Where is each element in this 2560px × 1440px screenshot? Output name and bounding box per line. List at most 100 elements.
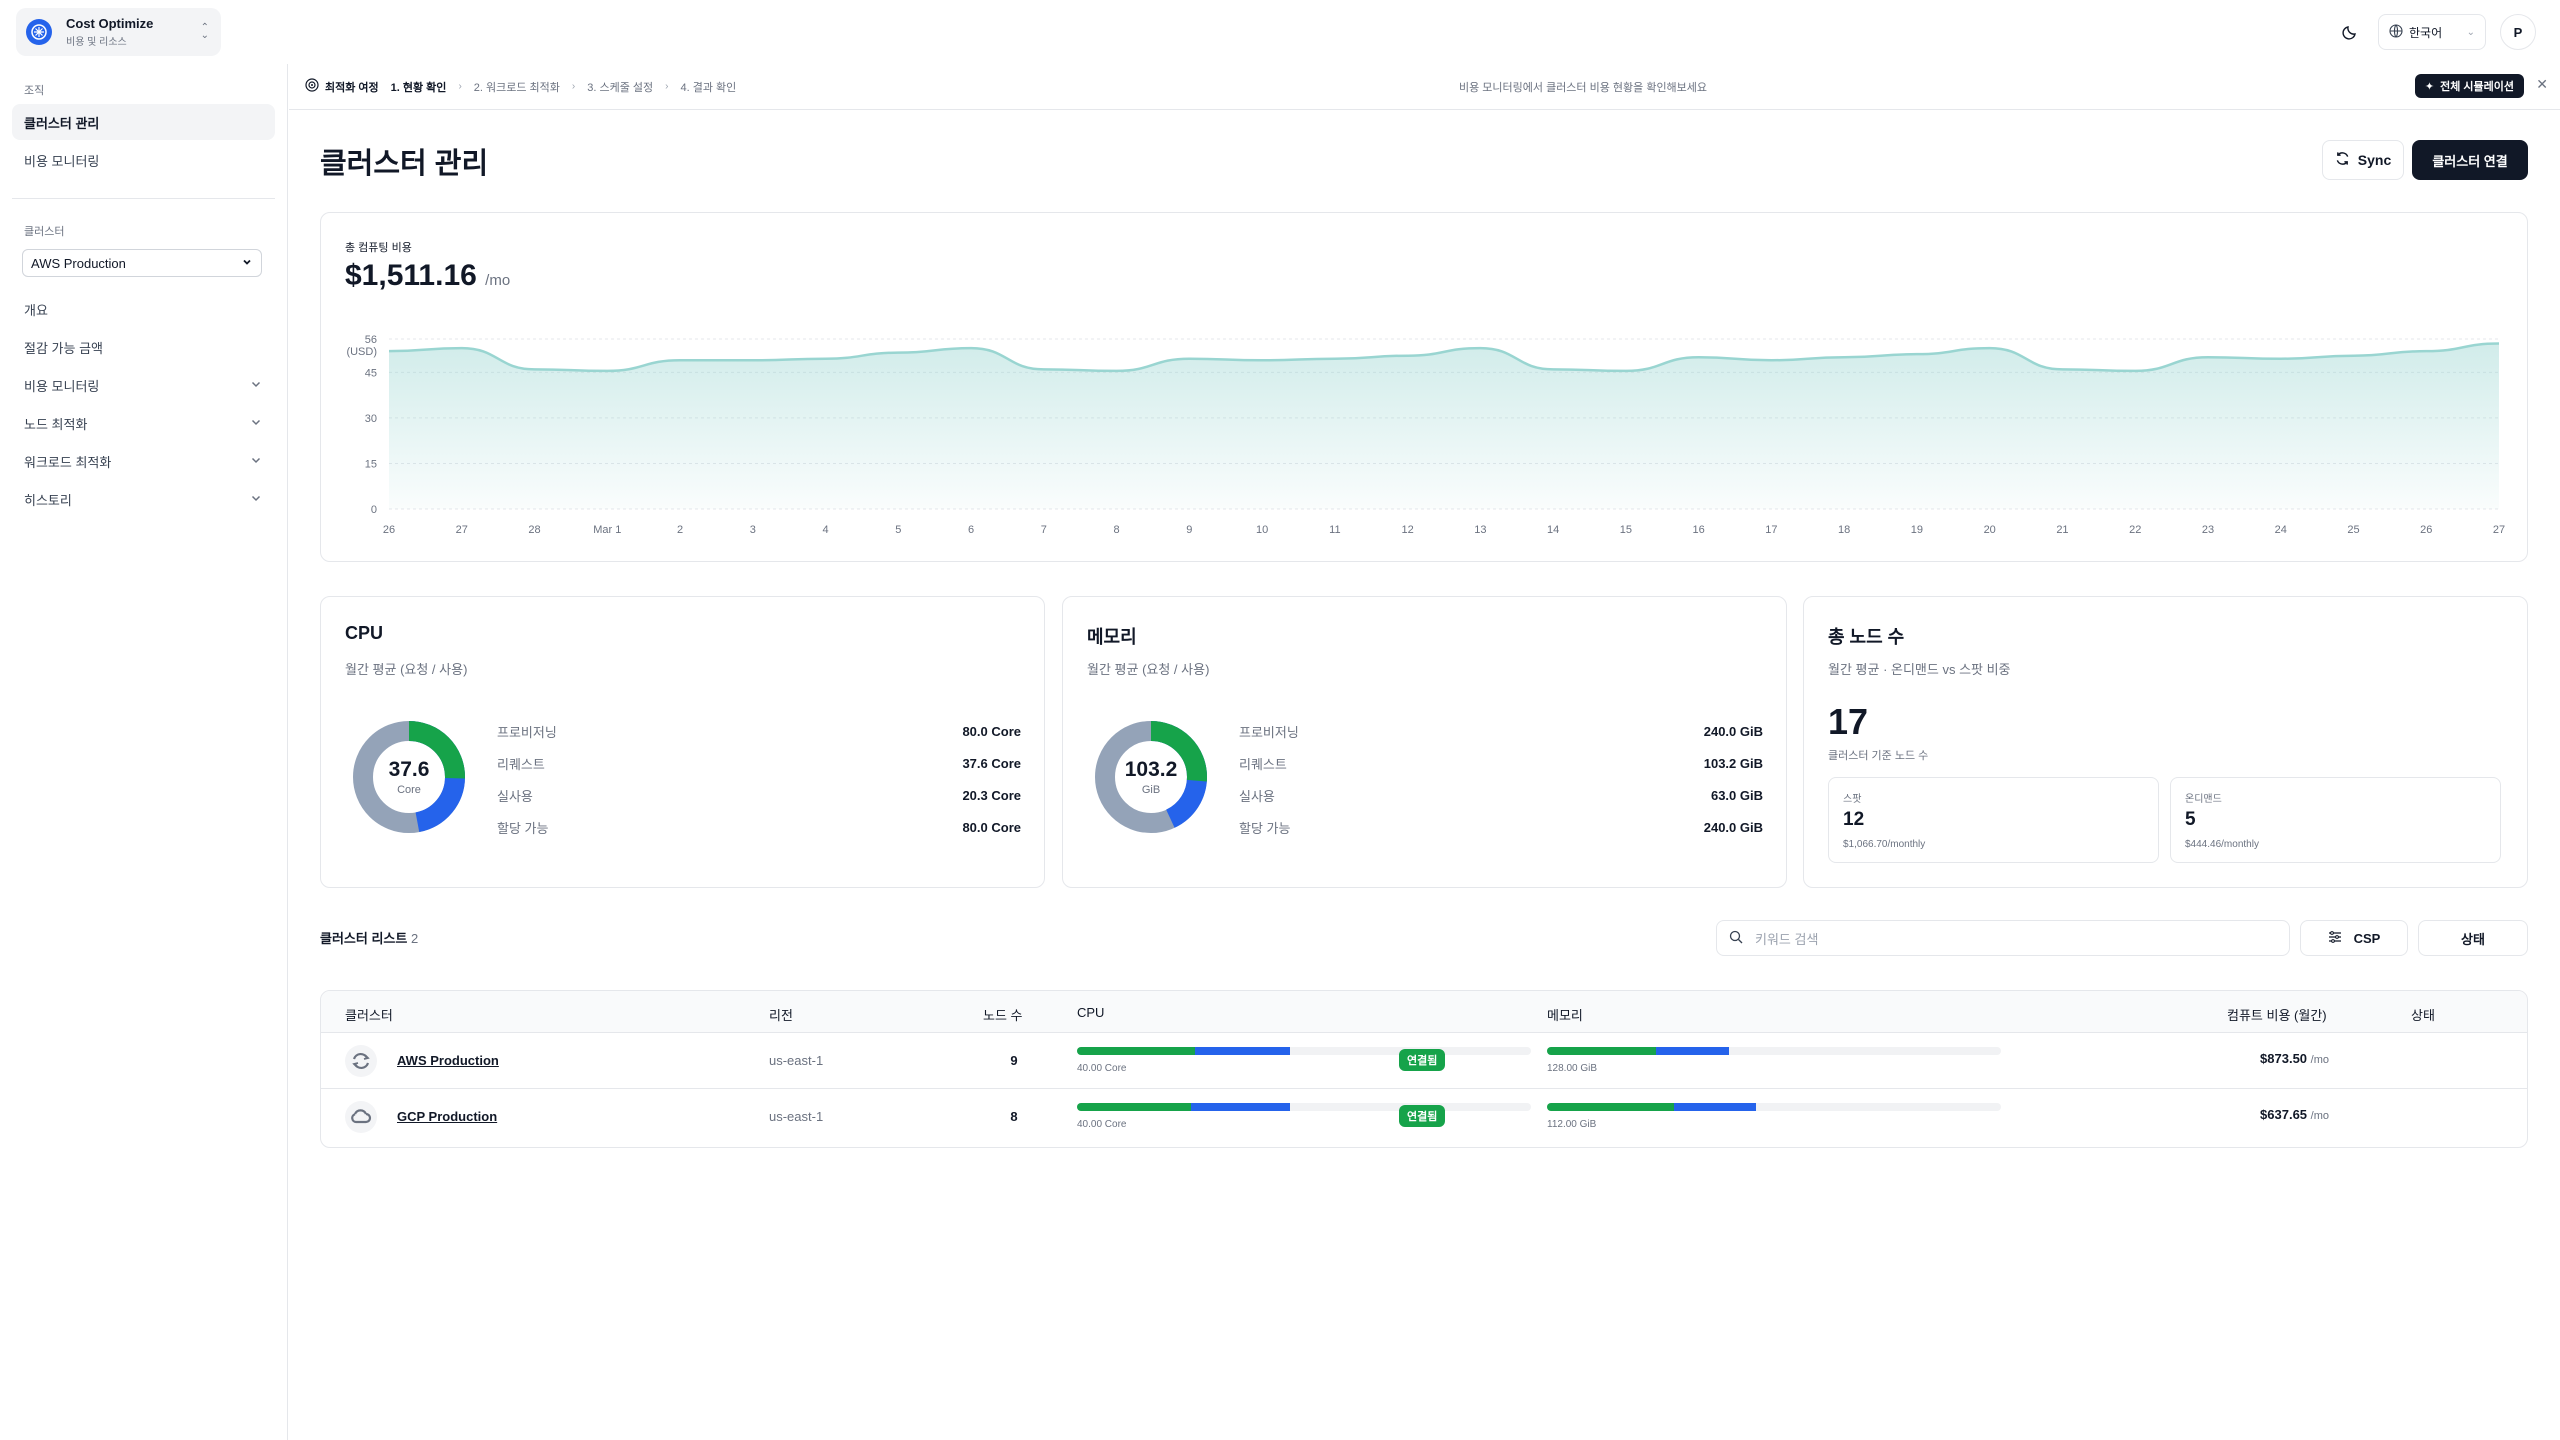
sidebar-item-savings[interactable]: 절감 가능 금액	[12, 329, 275, 365]
nodes-total: 17	[1828, 701, 1869, 742]
chevron-updown-icon: ⌃ ⌄	[200, 22, 209, 41]
sidebar-item-cost-monitoring[interactable]: 비용 모니터링	[12, 367, 275, 403]
chevron-down-icon	[249, 453, 263, 470]
cpu-usage-bar	[1077, 1103, 1531, 1111]
refresh-icon	[2335, 151, 2350, 169]
x-tick-label: 12	[1401, 524, 1413, 536]
journey-step-3[interactable]: 3. 스케줄 설정	[587, 79, 653, 95]
chevron-right-icon: ›	[665, 81, 669, 92]
chevron-down-icon	[249, 377, 263, 394]
connect-cluster-button[interactable]: 클러스터 연결	[2412, 140, 2528, 180]
sidebar-item-cluster-management[interactable]: 클러스터 관리	[12, 104, 275, 140]
sidebar-item-cost-monitoring-org[interactable]: 비용 모니터링	[12, 142, 275, 178]
cost-data-point	[1478, 346, 1482, 350]
y-unit-label: (USD)	[346, 346, 377, 358]
cpu-title: CPU	[345, 623, 384, 643]
sidebar-item-node-optimization[interactable]: 노드 최적화	[12, 405, 275, 441]
metric-key: 프로비저닝	[1239, 724, 1299, 740]
th-cluster: 클러스터	[345, 1008, 393, 1023]
close-icon[interactable]: ✕	[2536, 76, 2548, 93]
cost-data-point	[2351, 354, 2355, 358]
moon-icon[interactable]	[2336, 18, 2364, 46]
cpu-requested-segment	[1190, 1103, 1291, 1111]
cluster-table: 클러스터 리전 노드 수 CPU 메모리 컴퓨트 비용 (월간) 상태 AWS …	[320, 990, 2528, 1148]
sidebar-item-history[interactable]: 히스토리	[12, 481, 275, 517]
x-tick-label: 2	[677, 524, 683, 536]
sidebar-item-workload-optimization[interactable]: 워크로드 최적화	[12, 443, 275, 479]
metric-value: 240.0 GiB	[1703, 819, 1763, 835]
cost-data-point	[1187, 357, 1191, 361]
cpu-subtitle: 월간 평균 (요청 / 사용)	[345, 662, 468, 677]
target-icon	[305, 78, 319, 95]
metric-value: 37.6 Core	[962, 755, 1021, 771]
y-tick-label: 0	[371, 504, 377, 516]
cost-data-point	[1624, 369, 1628, 373]
memory-center-unit: GiB	[1141, 784, 1161, 796]
aws-cloud-icon	[345, 1045, 377, 1077]
y-tick-label: 45	[365, 367, 377, 379]
spot-label: 스팟	[1843, 794, 1862, 805]
search-icon	[1729, 930, 1743, 947]
sync-button[interactable]: Sync	[2322, 140, 2404, 180]
cost-data-point	[2497, 342, 2501, 346]
memory-requested-segment	[1655, 1047, 1729, 1055]
th-memory: 메모리	[1547, 1008, 1583, 1023]
x-tick-label: 8	[1114, 524, 1120, 536]
cpu-used-segment	[1077, 1047, 1196, 1055]
cost-data-point	[1769, 358, 1773, 362]
cpu-row-allocatable: 할당 가능 80.0 Core	[497, 811, 1021, 843]
sidebar-item-overview[interactable]: 개요	[12, 291, 275, 327]
ondemand-label: 온디맨드	[2185, 794, 2222, 805]
cpu-capacity-label: 40.00 Core	[1077, 1063, 1127, 1074]
cost-area-chart: 015304556(USD)26 27 28 Mar 1 2 3 4 5 6 7 8 9 10 11 12 1…	[346, 334, 2505, 536]
table-header: 클러스터 리전 노드 수 CPU 메모리 컴퓨트 비용 (월간) 상태	[321, 991, 2527, 1033]
cluster-list-count: 2	[410, 931, 419, 946]
csp-filter-button[interactable]: CSP	[2300, 920, 2408, 956]
journey-step-4[interactable]: 4. 결과 확인	[681, 79, 737, 95]
cpu-capacity-label: 40.00 Core	[1077, 1119, 1127, 1130]
x-tick-label: 25	[2347, 524, 2359, 536]
sidebar-item-label: 히스토리	[24, 492, 72, 508]
metric-value: 103.2 GiB	[1703, 755, 1763, 771]
cost-data-point	[2206, 355, 2210, 359]
org-name: Cost Optimize	[66, 16, 154, 31]
cluster-name-link[interactable]: GCP Production	[397, 1109, 497, 1124]
table-row[interactable]: GCP Production us-east-1 8 40.00 Core 11…	[321, 1089, 2527, 1145]
avatar[interactable]: P	[2500, 14, 2536, 50]
status-filter-button[interactable]: 상태	[2418, 920, 2528, 956]
status-badge: 연결됨	[1399, 1049, 1446, 1071]
cluster-region: us-east-1	[769, 1109, 824, 1124]
memory-capacity-label: 128.00 GiB	[1547, 1063, 1598, 1074]
cluster-name-link[interactable]: AWS Production	[397, 1053, 499, 1068]
cost-data-point	[824, 357, 828, 361]
x-tick-label: 11	[1329, 524, 1340, 536]
language-select[interactable]: 한국어 ⌄	[2378, 14, 2486, 50]
y-tick-label: 30	[365, 413, 377, 425]
keyword-search-input[interactable]: 키워드 검색	[1716, 920, 2290, 956]
chevron-down-icon	[249, 415, 263, 432]
ondemand-node-box: 온디맨드 5 $444.46/monthly	[2170, 777, 2501, 863]
cost-data-point	[2424, 349, 2428, 353]
sidebar-item-label: 비용 모니터링	[24, 153, 100, 169]
metric-value: 80.0 Core	[962, 723, 1021, 739]
cost-data-point	[533, 367, 537, 371]
journey-step-2[interactable]: 2. 워크로드 최적화	[474, 79, 560, 95]
memory-usage-bar	[1547, 1103, 2001, 1111]
top-bar: Cost Optimize 비용 및 리소스 ⌃ ⌄ 한국어 ⌄ P	[0, 0, 2560, 64]
sync-label: Sync	[2357, 152, 2392, 168]
cost-data-point	[969, 346, 973, 350]
journey-step-1[interactable]: 1. 현황 확인	[391, 79, 447, 95]
sidebar-item-label: 워크로드 최적화	[24, 454, 112, 470]
org-switcher[interactable]: Cost Optimize 비용 및 리소스 ⌃ ⌄	[16, 8, 221, 56]
cluster-select[interactable]: AWS Production	[22, 249, 262, 277]
sidebar-section-org: 조직	[24, 85, 45, 97]
cost-data-point	[2060, 367, 2064, 371]
table-row[interactable]: AWS Production us-east-1 9 40.00 Core 12…	[321, 1033, 2527, 1089]
full-simulation-button[interactable]: ✦ 전체 시뮬레이션	[2414, 74, 2524, 98]
metric-value: 20.3 Core	[962, 787, 1021, 803]
x-tick-label: 21	[2056, 524, 2068, 536]
cpu-usage-bar	[1077, 1047, 1531, 1055]
y-tick-label: 56	[365, 334, 377, 346]
cost-data-point	[1333, 357, 1337, 361]
x-tick-label: 23	[2202, 524, 2214, 536]
